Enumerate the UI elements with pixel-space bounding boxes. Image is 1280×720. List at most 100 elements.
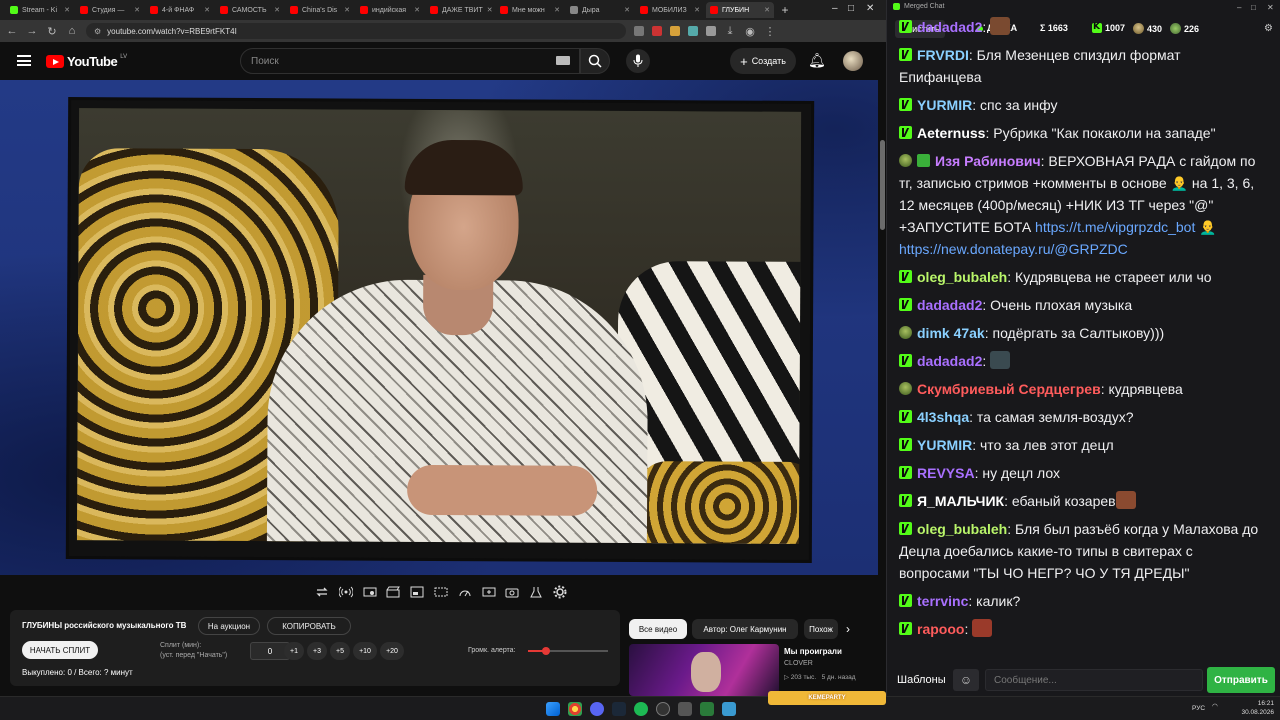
chat-username[interactable]: FRVRDI	[917, 47, 969, 63]
close-window-icon[interactable]: ✕	[866, 3, 874, 14]
alert-volume-slider[interactable]	[528, 647, 608, 655]
close-tab-icon[interactable]: ✕	[274, 6, 280, 14]
chip-similar[interactable]: Похож	[804, 619, 838, 639]
minimize-icon[interactable]: –	[832, 3, 838, 14]
close-tab-icon[interactable]: ✕	[204, 6, 210, 14]
templates-button[interactable]: Шаблоны	[897, 669, 946, 691]
extension-icon[interactable]	[670, 26, 680, 36]
youtube-logo[interactable]: YouTube LV	[46, 54, 127, 69]
chat-username[interactable]: oleg_bubaleh	[917, 269, 1007, 285]
close-tab-icon[interactable]: ✕	[764, 6, 770, 14]
maximize-icon[interactable]: □	[848, 3, 854, 14]
extension-icon[interactable]	[706, 26, 716, 36]
add-1-button[interactable]: +1	[284, 642, 304, 660]
recommended-video-title[interactable]: Мы проиграли	[784, 647, 842, 656]
chrome-icon[interactable]	[568, 702, 582, 716]
reload-icon[interactable]: ↻	[46, 25, 58, 38]
flask-icon[interactable]	[528, 584, 544, 600]
menu-icon[interactable]	[17, 55, 31, 66]
scrollbar-thumb[interactable]	[880, 140, 885, 230]
screenshot-icon[interactable]	[504, 584, 520, 600]
browser-tab[interactable]: МОБИЛИЗ ✕	[636, 2, 704, 18]
add-20-button[interactable]: +20	[380, 642, 404, 660]
discord-icon[interactable]	[590, 702, 604, 716]
profile-icon[interactable]: ◉	[744, 25, 756, 38]
close-tab-icon[interactable]: ✕	[624, 6, 630, 14]
language-indicator[interactable]: РУС	[1192, 705, 1205, 712]
chat-username[interactable]: dadadad2	[917, 19, 982, 35]
browser-tab[interactable]: Дыра ✕	[566, 2, 634, 18]
broadcast-icon[interactable]	[338, 584, 354, 600]
browser-tab[interactable]: Мне можн ✕	[496, 2, 564, 18]
add-10-button[interactable]: +10	[353, 642, 377, 660]
close-tab-icon[interactable]: ✕	[134, 6, 140, 14]
back-icon[interactable]: ←	[6, 25, 18, 37]
video-thumbnail[interactable]	[629, 644, 779, 696]
search-button[interactable]	[580, 48, 610, 74]
close-tab-icon[interactable]: ✕	[487, 6, 493, 14]
page-scrollbar[interactable]	[879, 80, 886, 696]
extension-icon[interactable]	[688, 26, 698, 36]
browser-tab[interactable]: ГЛУБИН ✕	[706, 2, 774, 18]
fullscreen-frame-icon[interactable]	[409, 584, 425, 600]
site-info-icon[interactable]: ⚙	[94, 27, 101, 36]
chip-all-videos[interactable]: Все видео	[629, 619, 687, 639]
browser-tab[interactable]: ДАЖЕ ТВИТ ✕	[426, 2, 494, 18]
close-tab-icon[interactable]: ✕	[344, 6, 350, 14]
search-input[interactable]: Поиск	[240, 48, 580, 74]
chat-username[interactable]: Скумбриевый Сердцегрев	[917, 381, 1101, 397]
close-tab-icon[interactable]: ✕	[554, 6, 560, 14]
close-tab-icon[interactable]: ✕	[414, 6, 420, 14]
close-window-icon[interactable]: ✕	[1267, 3, 1274, 12]
gear-icon[interactable]	[552, 584, 568, 600]
copy-button[interactable]: КОПИРОВАТЬ	[267, 617, 351, 635]
chat-username[interactable]: Aeternuss	[917, 125, 985, 141]
chat-username[interactable]: dimk 47ak	[917, 325, 985, 341]
minimize-icon[interactable]: –	[1237, 3, 1241, 12]
windows-start-icon[interactable]	[546, 702, 560, 716]
miniplayer-icon[interactable]	[433, 584, 449, 600]
chat-username[interactable]: YURMIR	[917, 437, 972, 453]
notifications-bell-icon[interactable]: 🔔︎	[808, 52, 826, 69]
chat-username[interactable]: Изя Рабинович	[935, 153, 1041, 169]
chat-link[interactable]: https://t.me/vipgrpzdc_bot	[1035, 219, 1195, 235]
spotify-icon[interactable]	[634, 702, 648, 716]
home-icon[interactable]: ⌂	[66, 25, 78, 37]
browser-tab[interactable]: САМОСТЬ ✕	[216, 2, 284, 18]
promo-banner[interactable]: KEMEPARTY	[768, 691, 886, 705]
maximize-icon[interactable]: □	[1251, 3, 1256, 12]
clock-date[interactable]: 30.08.2026	[1236, 709, 1274, 716]
add-clip-icon[interactable]	[481, 584, 497, 600]
close-tab-icon[interactable]: ✕	[64, 6, 70, 14]
message-input[interactable]: Сообщение...	[985, 669, 1203, 691]
chat-username[interactable]: dadadad2	[917, 353, 982, 369]
app-icon[interactable]	[700, 702, 714, 716]
browser-tab[interactable]: индийская ✕	[356, 2, 424, 18]
cinema-mode-icon[interactable]	[362, 584, 378, 600]
avatar[interactable]	[843, 51, 863, 71]
browser-tab[interactable]: 4-й ФНАФ ✕	[146, 2, 214, 18]
app-icon[interactable]	[678, 702, 692, 716]
downloads-icon[interactable]: ⤓	[724, 25, 736, 38]
send-button[interactable]: Отправить	[1207, 667, 1275, 693]
emoji-icon[interactable]: ☺	[953, 669, 979, 691]
steam-icon[interactable]	[612, 702, 626, 716]
forward-icon[interactable]: →	[26, 25, 38, 37]
chat-username[interactable]: oleg_bubaleh	[917, 521, 1007, 537]
create-button[interactable]: + Создать	[730, 48, 796, 74]
telegram-icon[interactable]	[722, 702, 736, 716]
chat-username[interactable]: Я_МАЛЬЧИК	[917, 493, 1004, 509]
chat-username[interactable]: dadadad2	[917, 297, 982, 313]
extension-icon[interactable]	[652, 26, 662, 36]
speed-icon[interactable]	[457, 584, 473, 600]
clock-time[interactable]: 16:21	[1240, 700, 1274, 707]
chat-username[interactable]: 4l3shqa	[917, 409, 969, 425]
chevron-right-icon[interactable]: ›	[846, 622, 850, 636]
slider-knob[interactable]	[541, 647, 550, 655]
start-split-button[interactable]: НАЧАТЬ СПЛИТ	[22, 641, 98, 659]
video-player[interactable]	[0, 80, 878, 575]
voice-search-button[interactable]	[626, 49, 650, 73]
browser-tab[interactable]: Stream - Ki ✕	[6, 2, 74, 18]
chat-link[interactable]: https://new.donatepay.ru/@GRPZDC	[899, 241, 1128, 257]
clapper-icon[interactable]	[385, 584, 401, 600]
